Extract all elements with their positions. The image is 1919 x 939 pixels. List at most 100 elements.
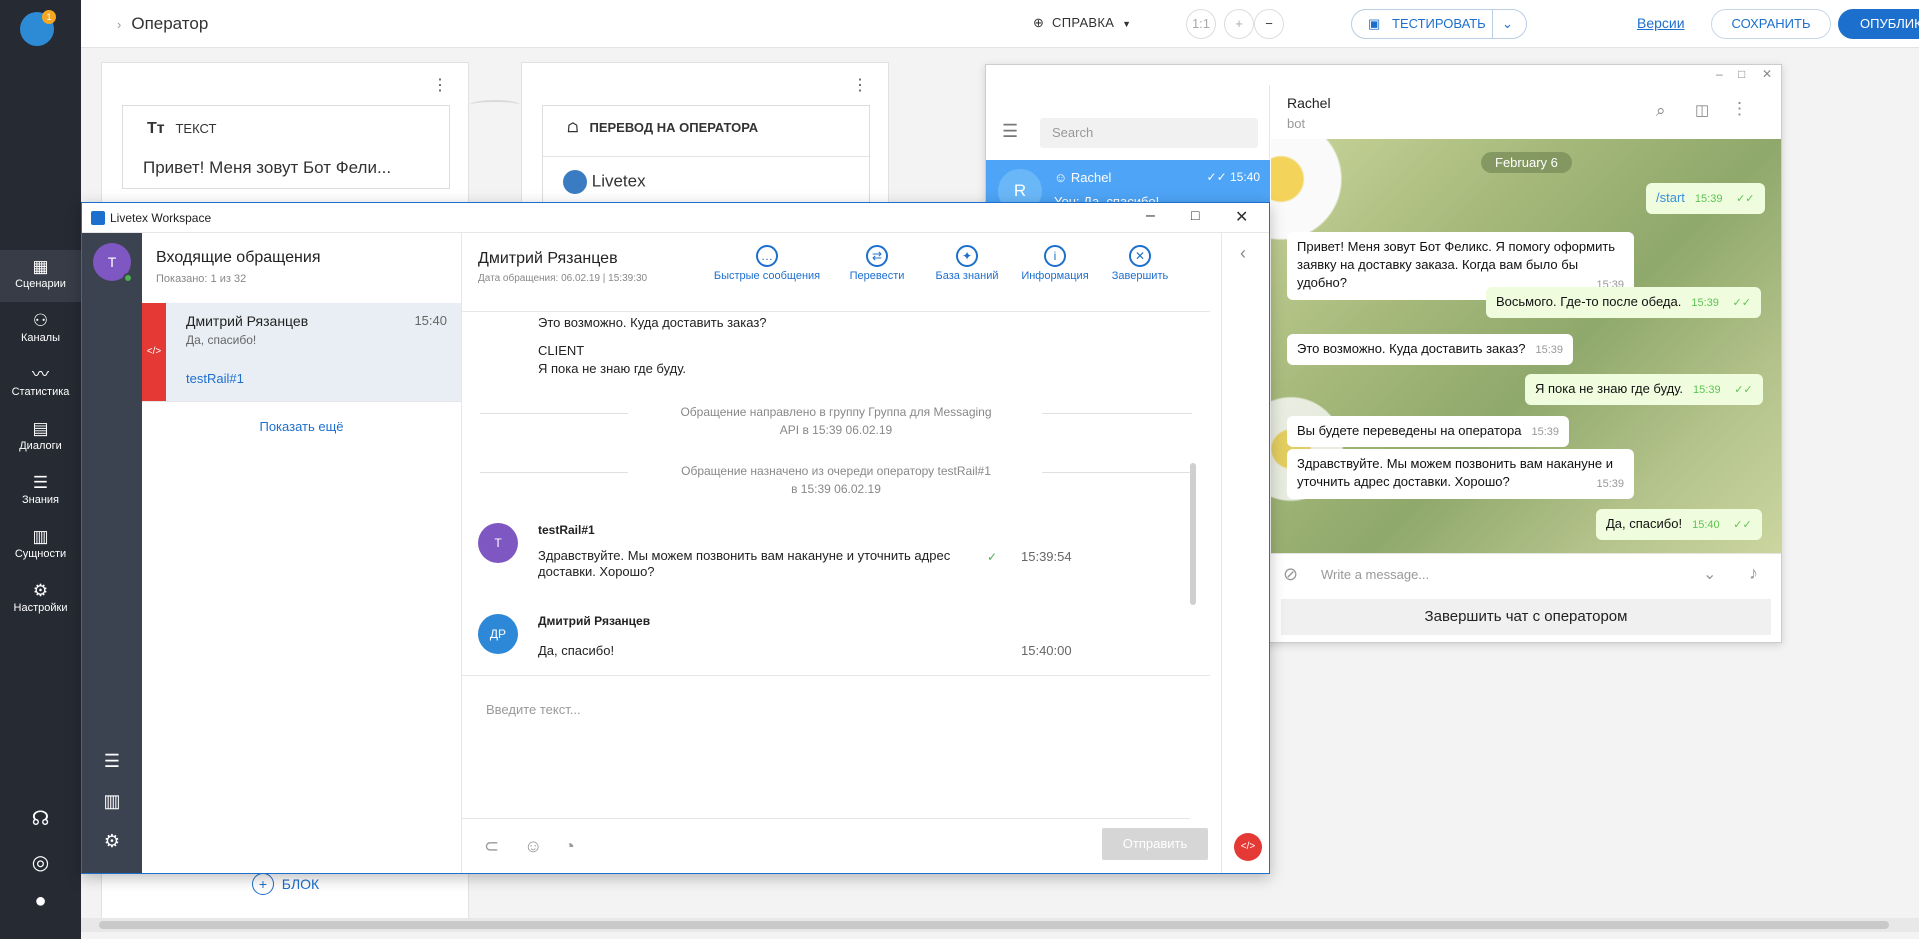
user-icon[interactable]: ●	[0, 890, 81, 913]
more-icon[interactable]: ⋮	[852, 75, 868, 95]
add-block-button[interactable]: + БЛОК	[252, 873, 319, 895]
element-type-label: ТЕКСТ	[175, 121, 217, 136]
incoming-list: Входящие обращения Показано: 1 из 32 </>…	[142, 233, 462, 873]
channels-icon: ⚇	[32, 311, 49, 330]
chevron-left-icon[interactable]: ‹	[1240, 243, 1246, 264]
channel-label: Livetex	[591, 171, 646, 191]
element-type-row: Tт ТЕКСТ	[147, 120, 216, 138]
chat-header: Rachel bot ⌕ ◫ ⋮	[1271, 85, 1781, 139]
message-input[interactable]: Введите текст...	[486, 702, 581, 717]
minimize-icon[interactable]: –	[1716, 67, 1723, 81]
zoom-reset-button[interactable]: 1:1	[1186, 9, 1216, 39]
microphone-icon[interactable]: ♪	[1749, 563, 1758, 584]
settings-icon[interactable]: ⚙	[82, 831, 142, 852]
avatar: ДР	[478, 614, 518, 654]
maximize-icon[interactable]: □	[1738, 67, 1745, 81]
nav-stats[interactable]: 〰 Статистика	[0, 358, 81, 410]
save-button[interactable]: СОХРАНИТЬ	[1711, 9, 1831, 39]
finish-operator-chat-button[interactable]: Завершить чат с оператором	[1281, 599, 1771, 635]
search-input[interactable]: Search	[1040, 118, 1258, 148]
nav-scenarios[interactable]: ▦ Сценарии	[0, 250, 81, 302]
message-time: 15:39	[1535, 344, 1564, 356]
nav-channels[interactable]: ⚇ Каналы	[0, 304, 81, 356]
help-menu[interactable]: ⊕ СПРАВКА ▼	[1033, 15, 1131, 31]
more-icon[interactable]: ⋮	[432, 75, 448, 95]
operator-icon: ☖	[567, 120, 579, 135]
horizontal-scrollbar[interactable]	[81, 918, 1919, 932]
show-more-link[interactable]: Показать ещё	[142, 419, 461, 434]
divider	[462, 311, 1210, 312]
date-separator: February 6	[1481, 152, 1572, 173]
element-type-row: ☖ ПЕРЕВОД НА ОПЕРАТОРА	[567, 120, 758, 136]
tool-label: Информация	[1021, 270, 1089, 282]
publish-button[interactable]: ОПУБЛИКОВАТЬ	[1838, 9, 1919, 39]
message-text: Здравствуйте. Мы можем позвонить вам нак…	[1297, 456, 1614, 489]
info-icon: i	[1044, 245, 1066, 267]
close-icon[interactable]: ✕	[1235, 207, 1248, 227]
system-text: Обращение направлено в группу Группа для…	[680, 405, 992, 419]
list-item-name: Дмитрий Рязанцев	[186, 313, 309, 329]
online-status-dot	[123, 273, 133, 283]
chevron-down-icon[interactable]: ⌄	[1703, 564, 1716, 584]
window-title: Livetex Workspace	[110, 211, 212, 225]
double-check-icon: ✓✓	[1206, 170, 1227, 184]
message-text: Я пока не знаю где буду.	[538, 361, 687, 376]
more-icon[interactable]: ⋮	[1731, 99, 1748, 119]
chat-list-icon[interactable]: ☰	[82, 751, 142, 772]
sidebar-toggle-icon[interactable]: ◫	[1695, 101, 1709, 119]
maximize-icon[interactable]: □	[1191, 207, 1199, 223]
nav-dialogs[interactable]: ▤ Диалоги	[0, 412, 81, 464]
message-time: 15:40:00	[1021, 643, 1072, 658]
info-button[interactable]: i Информация	[1000, 245, 1110, 282]
message-author: CLIENT	[538, 343, 585, 358]
breadcrumb[interactable]: › Оператор	[117, 14, 208, 34]
code-badge[interactable]: </>	[1234, 833, 1262, 861]
menu-icon[interactable]: ☰	[1002, 121, 1018, 142]
support-icon[interactable]: ◎	[0, 850, 81, 875]
list-item-time: 15:40	[414, 313, 447, 328]
message-input[interactable]: Write a message...	[1321, 567, 1429, 582]
test-button[interactable]: ▣ ТЕСТИРОВАТЬ ⌄	[1351, 9, 1527, 39]
close-icon[interactable]: ✕	[1762, 67, 1772, 81]
nav-knowledge[interactable]: ☰ Знания	[0, 466, 81, 518]
message-time: 15:39	[1531, 426, 1559, 438]
send-button[interactable]: Отправить	[1102, 828, 1208, 860]
list-item-operator: testRail#1	[186, 371, 244, 386]
search-icon[interactable]: ⌕	[1656, 101, 1666, 121]
list-item[interactable]: </> Дмитрий Рязанцев 15:40 Да, спасибо! …	[142, 303, 461, 401]
attach-icon[interactable]: ⊂	[484, 836, 499, 857]
chat-background: February 6 /start 15:39 ✓✓ Привет! Меня з…	[1271, 139, 1781, 553]
versions-link[interactable]: Версии	[1637, 15, 1685, 31]
zoom-out-button[interactable]: −	[1254, 9, 1284, 39]
attach-icon[interactable]: ⊘	[1283, 564, 1298, 585]
minimize-icon[interactable]: –	[1146, 207, 1155, 225]
nav-entities[interactable]: ▥ Сущности	[0, 520, 81, 572]
nav-settings[interactable]: ⚙ Настройки	[0, 574, 81, 626]
double-check-icon: ✓✓	[1734, 384, 1753, 396]
emoji-icon[interactable]: ☺	[524, 836, 542, 857]
sticker-icon[interactable]: ◔	[564, 836, 575, 857]
quick-messages-button[interactable]: … Быстрые сообщения	[712, 245, 822, 282]
caret-down-icon: ▼	[1122, 19, 1132, 29]
system-text: в 15:39 06.02.19	[791, 482, 881, 496]
app-logo[interactable]: 1	[20, 10, 56, 46]
dialogs-icon: ▤	[32, 419, 49, 438]
message-time: 15:39	[1693, 384, 1721, 396]
scrollbar-thumb[interactable]	[99, 921, 1889, 929]
scenario-block-2[interactable]: ⋮ ☖ ПЕРЕВОД НА ОПЕРАТОРА Livetex	[521, 62, 889, 225]
book-icon[interactable]: ▥	[82, 791, 142, 812]
zoom-in-button[interactable]: +	[1224, 9, 1254, 39]
nav-label: Знания	[21, 494, 59, 506]
bot-icon: ☺	[1054, 170, 1068, 185]
info-panel-collapsed: ‹ </>	[1221, 233, 1269, 873]
text-element[interactable]: Tт ТЕКСТ Привет! Меня зовут Бот Фели...	[122, 105, 450, 189]
chevron-down-icon[interactable]: ⌄	[1502, 10, 1513, 38]
headset-icon[interactable]: ☊	[0, 806, 81, 831]
finish-button[interactable]: ✕ Завершить	[1100, 245, 1180, 282]
test-label: ТЕСТИРОВАТЬ	[1392, 16, 1486, 31]
divider	[1042, 472, 1192, 473]
divider	[480, 472, 628, 473]
chat-header-status: bot	[1287, 116, 1306, 131]
message-time: 15:40	[1692, 519, 1720, 531]
scrollbar[interactable]	[1190, 463, 1196, 605]
